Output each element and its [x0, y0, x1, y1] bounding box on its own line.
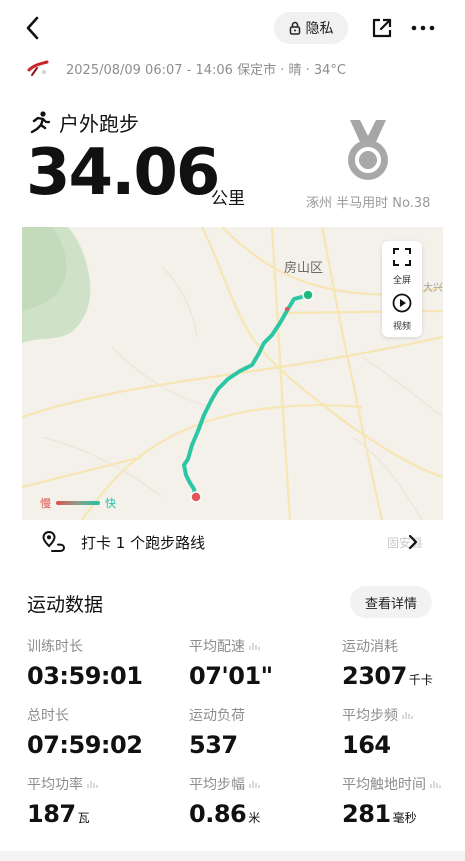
chart-icon: [430, 781, 441, 788]
lock-icon: [289, 21, 300, 35]
stat-avg-cadence[interactable]: 平均步频 164: [342, 705, 414, 759]
stat-ground-contact[interactable]: 平均触地时间 281 毫秒: [342, 774, 442, 828]
distance-unit: 公里: [211, 189, 245, 209]
more-button[interactable]: [410, 16, 436, 40]
chart-icon: [249, 643, 260, 650]
legend-fast-label: 快: [105, 497, 116, 510]
view-details-button[interactable]: 查看详情: [350, 586, 432, 618]
map-district-label: 房山区: [284, 261, 324, 276]
activity-name: 户外跑步: [59, 112, 139, 136]
share-button[interactable]: [370, 16, 394, 40]
chart-icon: [249, 781, 260, 788]
stat-unit: 千卡: [408, 673, 433, 687]
stat-avg-power[interactable]: 平均功率 187 瓦: [27, 774, 99, 828]
datetime-location: 2025/08/09 06:07 - 14:06 保定市 · 晴 · 34°C: [66, 62, 346, 78]
video-button[interactable]: 视频: [382, 293, 422, 332]
stat-training-load: 运动负荷 537: [189, 705, 245, 759]
stat-training-duration: 训练时长 03:59:01: [27, 636, 144, 690]
stat-value: 164: [342, 731, 391, 759]
stat-unit: 米: [248, 811, 261, 825]
stat-label: 平均功率: [27, 777, 83, 793]
stat-avg-stride[interactable]: 平均步幅 0.86 米: [189, 774, 261, 828]
chevron-right-icon: [408, 534, 418, 550]
play-circle-icon: [392, 293, 412, 313]
stat-value: 07'01": [189, 662, 273, 690]
map-controls: 全屏 视频: [382, 241, 422, 337]
video-label: 视频: [392, 322, 411, 332]
bottom-divider: [0, 851, 465, 861]
activity-type: 户外跑步: [27, 108, 139, 137]
chart-icon: [87, 781, 98, 788]
stat-value: 2307: [342, 662, 407, 690]
share-icon: [372, 18, 392, 38]
legend-slow-label: 慢: [40, 497, 51, 510]
stat-label: 训练时长: [27, 639, 83, 655]
chevron-left-icon: [26, 16, 39, 40]
fullscreen-label: 全屏: [392, 276, 411, 286]
stat-total-duration: 总时长 07:59:02: [27, 705, 144, 759]
privacy-label: 隐私: [305, 21, 334, 37]
route-pin-icon: [42, 530, 66, 552]
section-title: 运动数据: [27, 594, 104, 616]
privacy-button[interactable]: 隐私: [274, 12, 348, 44]
medal-icon[interactable]: [344, 118, 392, 184]
more-dots-icon: [411, 25, 435, 31]
stat-avg-pace[interactable]: 平均配速 07'01": [189, 636, 275, 690]
stat-calories: 运动消耗 2307 千卡: [342, 636, 433, 690]
route-checkin-text: 打卡 1 个跑步路线: [81, 534, 206, 552]
activity-meta: 2025/08/09 06:07 - 14:06 保定市 · 晴 · 34°C: [26, 56, 346, 80]
fullscreen-button[interactable]: 全屏: [382, 247, 422, 286]
map-edge-label: 大兴: [423, 283, 443, 294]
stat-label: 总时长: [27, 708, 69, 724]
stat-value: 281: [342, 800, 391, 828]
stat-value: 07:59:02: [27, 731, 143, 759]
route-map[interactable]: 房山区 大兴 全屏 视频 慢 快 打卡 1 个跑步路线 固安县: [22, 227, 443, 563]
map-canvas: [22, 227, 443, 521]
medal-caption: 涿州 半马用时 No.38: [306, 196, 431, 211]
stat-label: 平均步幅: [189, 777, 245, 793]
stat-unit: 毫秒: [392, 811, 417, 825]
avatar[interactable]: [26, 56, 50, 80]
stat-value: 03:59:01: [27, 662, 143, 690]
stat-label: 平均触地时间: [342, 777, 426, 793]
stat-unit: 瓦: [77, 811, 90, 825]
running-icon: [30, 110, 51, 133]
stat-value: 537: [189, 731, 238, 759]
stat-value: 0.86: [189, 800, 247, 828]
stat-label: 平均步频: [342, 708, 398, 724]
chart-icon: [402, 712, 413, 719]
stat-label: 运动消耗: [342, 639, 398, 655]
back-button[interactable]: [22, 14, 46, 42]
stat-label: 平均配速: [189, 639, 245, 655]
route-checkin-bar[interactable]: 打卡 1 个跑步路线 固安县: [22, 520, 443, 563]
stat-value: 187: [27, 800, 76, 828]
stat-label: 运动负荷: [189, 708, 245, 724]
fullscreen-icon: [393, 248, 411, 266]
pace-legend: 慢 快: [40, 495, 116, 511]
legend-gradient-bar: [56, 501, 100, 505]
distance-value: 34.06: [26, 136, 220, 210]
